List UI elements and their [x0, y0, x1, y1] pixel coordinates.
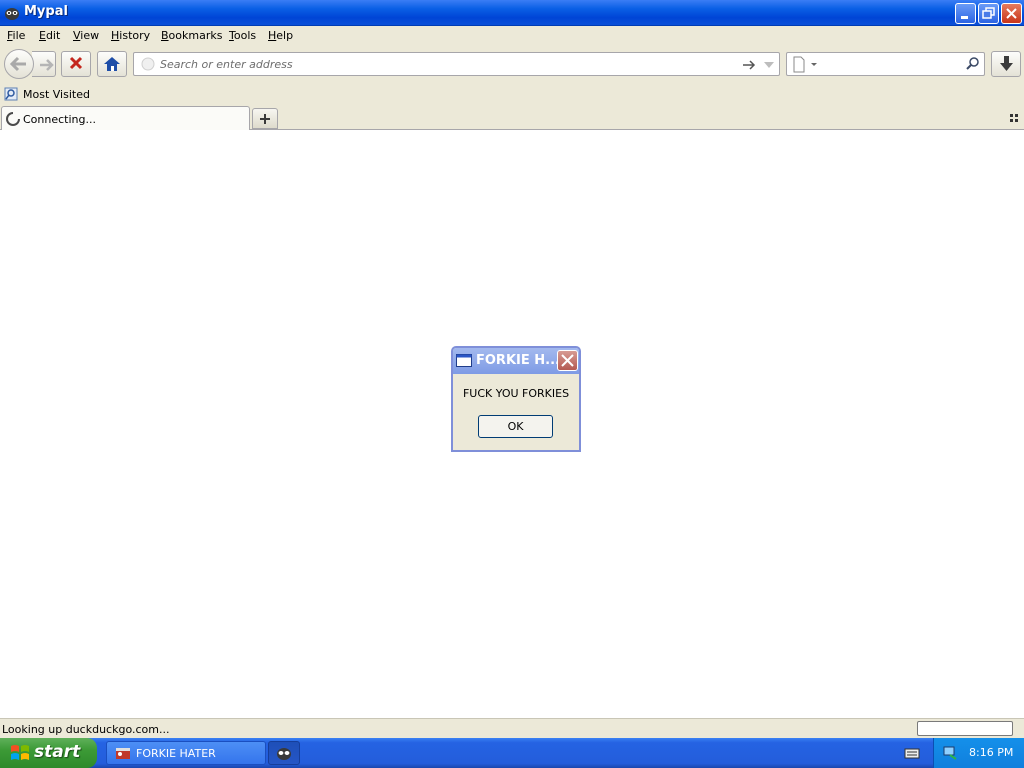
tab-connecting[interactable]: Connecting... [1, 106, 250, 130]
keyboard-icon[interactable] [904, 746, 920, 760]
dialog-message: FUCK YOU FORKIES [462, 387, 570, 400]
restore-button[interactable] [978, 3, 999, 24]
dialog-app-icon [116, 748, 130, 759]
home-button[interactable] [97, 51, 127, 77]
status-progress-field [917, 721, 1013, 736]
dropdown-icon[interactable] [763, 59, 775, 71]
menu-file[interactable]: File [7, 29, 25, 42]
status-bar: Looking up duckduckgo.com... [0, 718, 1024, 738]
taskbar-item-label: FORKIE HATER [136, 747, 216, 760]
bookmarks-toolbar: Most Visited [0, 82, 1024, 106]
system-tray: 8:16 PM [933, 738, 1024, 768]
clock[interactable]: 8:16 PM [969, 746, 1013, 759]
home-icon [104, 57, 120, 71]
start-button[interactable]: start [0, 738, 97, 768]
menu-view[interactable]: View [73, 29, 99, 42]
dialog-window-icon [456, 354, 472, 367]
address-bar[interactable]: Search or enter address [133, 52, 780, 76]
start-label: start [34, 742, 81, 762]
downloads-button[interactable] [991, 51, 1021, 77]
back-arrow-icon [9, 56, 26, 72]
dialog-title: FORKIE H... [476, 353, 560, 368]
taskbar-item-forkie-hater[interactable]: FORKIE HATER [106, 741, 266, 765]
close-button[interactable] [1001, 3, 1022, 24]
new-tab-button[interactable] [252, 108, 278, 129]
close-icon [561, 354, 574, 367]
taskbar-item-mypal[interactable] [268, 741, 300, 765]
minimize-icon [961, 16, 968, 19]
close-icon [1006, 8, 1017, 19]
tab-list-icon[interactable] [1010, 114, 1020, 124]
download-arrow-icon [1000, 56, 1013, 71]
minimize-button[interactable] [955, 3, 976, 24]
stop-button[interactable] [61, 51, 91, 77]
window-title: Mypal [24, 4, 68, 19]
go-arrow-icon[interactable] [742, 58, 756, 72]
restore-icon [982, 7, 995, 19]
menu-history[interactable]: History [111, 29, 150, 42]
back-button[interactable] [4, 49, 34, 79]
window-titlebar[interactable]: Mypal [0, 0, 1024, 26]
menu-bar: File Edit View History Bookmarks Tools H… [0, 26, 1024, 46]
network-icon[interactable] [942, 745, 960, 761]
menu-help[interactable]: Help [268, 29, 293, 42]
address-placeholder: Search or enter address [160, 58, 293, 71]
most-visited-link[interactable]: Most Visited [23, 88, 90, 101]
status-text: Looking up duckduckgo.com... [2, 723, 170, 736]
dialog-close-button[interactable] [557, 350, 578, 371]
site-identity-icon [141, 57, 155, 71]
tab-strip: Connecting... [0, 106, 1024, 130]
windows-logo-icon [11, 745, 29, 760]
most-visited-icon [4, 87, 18, 101]
mypal-app-icon [5, 8, 19, 20]
menu-tools[interactable]: Tools [229, 29, 256, 42]
alert-dialog: FORKIE H... FUCK YOU FORKIES OK [451, 346, 581, 452]
stop-x-icon [69, 56, 83, 70]
search-engine-icon[interactable] [791, 55, 819, 75]
search-bar[interactable] [786, 52, 985, 76]
plus-icon [260, 114, 270, 124]
forward-button[interactable] [32, 51, 56, 77]
navigation-toolbar: Search or enter address [0, 46, 1024, 82]
mypal-app-icon [277, 748, 291, 760]
tab-label: Connecting... [23, 113, 96, 126]
menu-edit[interactable]: Edit [39, 29, 60, 42]
taskbar: start FORKIE HATER 8:16 PM [0, 738, 1024, 768]
ok-button[interactable]: OK [478, 415, 553, 438]
search-icon[interactable] [965, 56, 981, 72]
loading-spinner-icon [6, 112, 20, 126]
forward-arrow-icon [40, 59, 54, 71]
menu-bookmarks[interactable]: Bookmarks [161, 29, 222, 42]
